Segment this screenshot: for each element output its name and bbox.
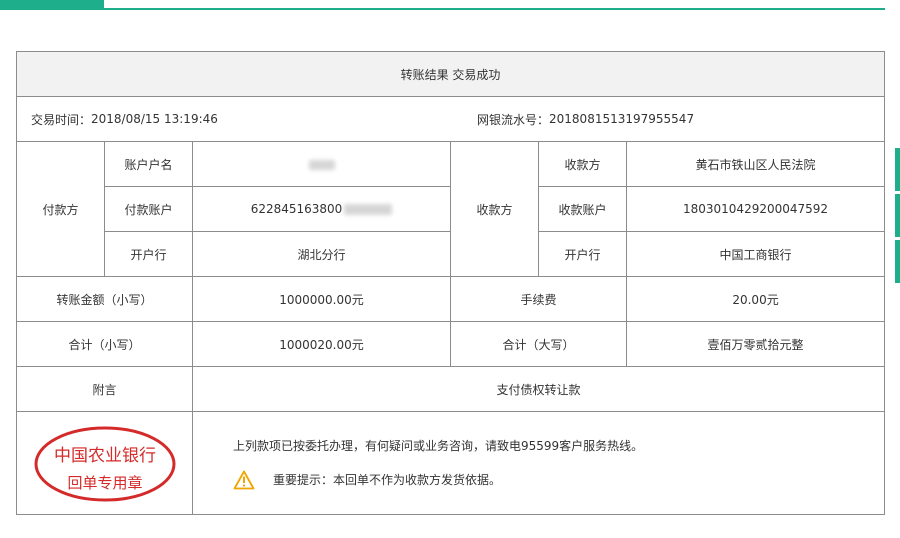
transaction-info-row: 交易时间： 2018/08/15 13:19:46 网银流水号： 2018081… (15, 96, 886, 142)
total-upper-value: 壹佰万零贰拾元整 (625, 321, 886, 367)
fee-value: 20.00元 (625, 276, 886, 322)
payee-name-value: 黄石市铁山区人民法院 (625, 141, 886, 187)
amount-value: 1000000.00元 (192, 276, 451, 322)
redacted-account-digits (344, 204, 393, 215)
important-notice-text: 重要提示：本回单不作为收款方发货依据。 (273, 473, 502, 487)
notes-cell: 上列款项已按委托办理，有何疑问或业务咨询，请致电95599客户服务热线。 重要提… (191, 411, 886, 515)
payer-name-value (192, 141, 451, 187)
seal-bottom-text: 回单专用章 (67, 474, 142, 492)
memo-label: 附言 (16, 366, 193, 412)
payer-account-value: 622845163800 (250, 202, 343, 216)
payee-account-value: 1803010429200047592 (625, 186, 886, 232)
payee-group-label: 收款方 (450, 141, 539, 277)
warning-icon (233, 470, 255, 489)
payer-account-label: 付款账户 (104, 186, 193, 232)
side-tab-1[interactable] (895, 148, 900, 191)
serial-number-value: 2018081513197955547 (549, 112, 695, 126)
transaction-time-label: 交易时间： (31, 112, 92, 127)
top-divider-line (0, 8, 885, 10)
bank-seal-stamp: 中国农业银行 回单专用章 (34, 426, 176, 502)
transfer-receipt-table: 转账结果 交易成功 交易时间： 2018/08/15 13:19:46 网银流水… (15, 51, 886, 515)
payee-bank-label: 开户行 (538, 231, 627, 277)
payer-bank-label: 开户行 (104, 231, 193, 277)
payer-account-cell: 622845163800 (192, 186, 451, 232)
payer-bank-value: 湖北分行 (192, 231, 451, 277)
receipt-title: 转账结果 交易成功 (15, 51, 886, 97)
payer-group-label: 付款方 (16, 141, 105, 277)
total-upper-label: 合计（大写） (450, 321, 627, 367)
amount-label: 转账金额（小写） (16, 276, 193, 322)
serial-number-label: 网银流水号： (477, 112, 550, 127)
side-tab-2[interactable] (895, 194, 900, 237)
fee-label: 手续费 (450, 276, 627, 322)
important-notice: 重要提示：本回单不作为收款方发货依据。 (233, 470, 884, 490)
side-tab-3[interactable] (895, 240, 900, 283)
transaction-time-value: 2018/08/15 13:19:46 (91, 112, 218, 126)
service-note: 上列款项已按委托办理，有何疑问或业务咨询，请致电95599客户服务热线。 (233, 438, 644, 453)
redacted-payer-name (308, 159, 335, 170)
memo-value: 支付债权转让款 (191, 366, 886, 412)
seal-cell: 中国农业银行 回单专用章 (16, 411, 193, 515)
seal-top-text: 中国农业银行 (54, 446, 156, 466)
payee-bank-value: 中国工商银行 (625, 231, 886, 277)
payee-account-label: 收款账户 (538, 186, 627, 232)
total-value: 1000020.00元 (192, 321, 451, 367)
payee-name-label: 收款方 (538, 141, 627, 187)
top-nav-bar (0, 0, 885, 11)
payer-name-label: 账户户名 (104, 141, 193, 187)
total-label: 合计（小写） (16, 321, 193, 367)
